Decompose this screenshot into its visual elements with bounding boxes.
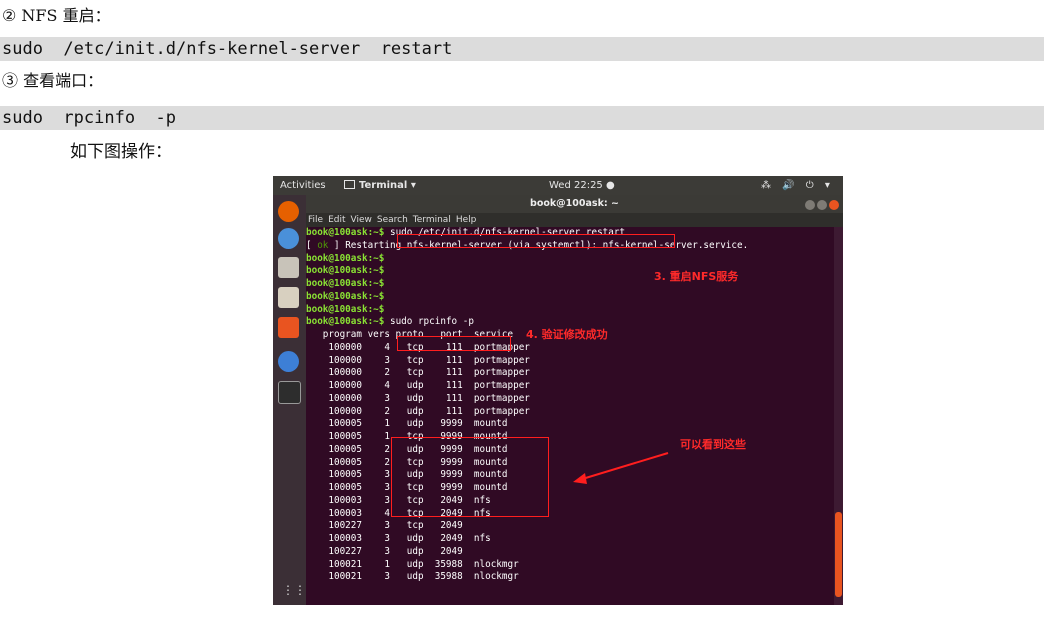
step3-heading: ③ 查看端口： [2, 71, 104, 90]
step2-command-box: sudo /etc/init.d/nfs-kernel-server resta… [0, 37, 1044, 61]
step2-heading: ② NFS 重启： [2, 6, 111, 25]
step3-command-box: sudo rpcinfo -p [0, 106, 1044, 130]
caption-text: 如下图操作： [70, 142, 172, 162]
terminal-screenshot: Activities Terminal ▾ Wed 22:25 ● ⁂ 🔊 ⏻ … [273, 176, 843, 605]
annotation-arrow [573, 452, 669, 484]
